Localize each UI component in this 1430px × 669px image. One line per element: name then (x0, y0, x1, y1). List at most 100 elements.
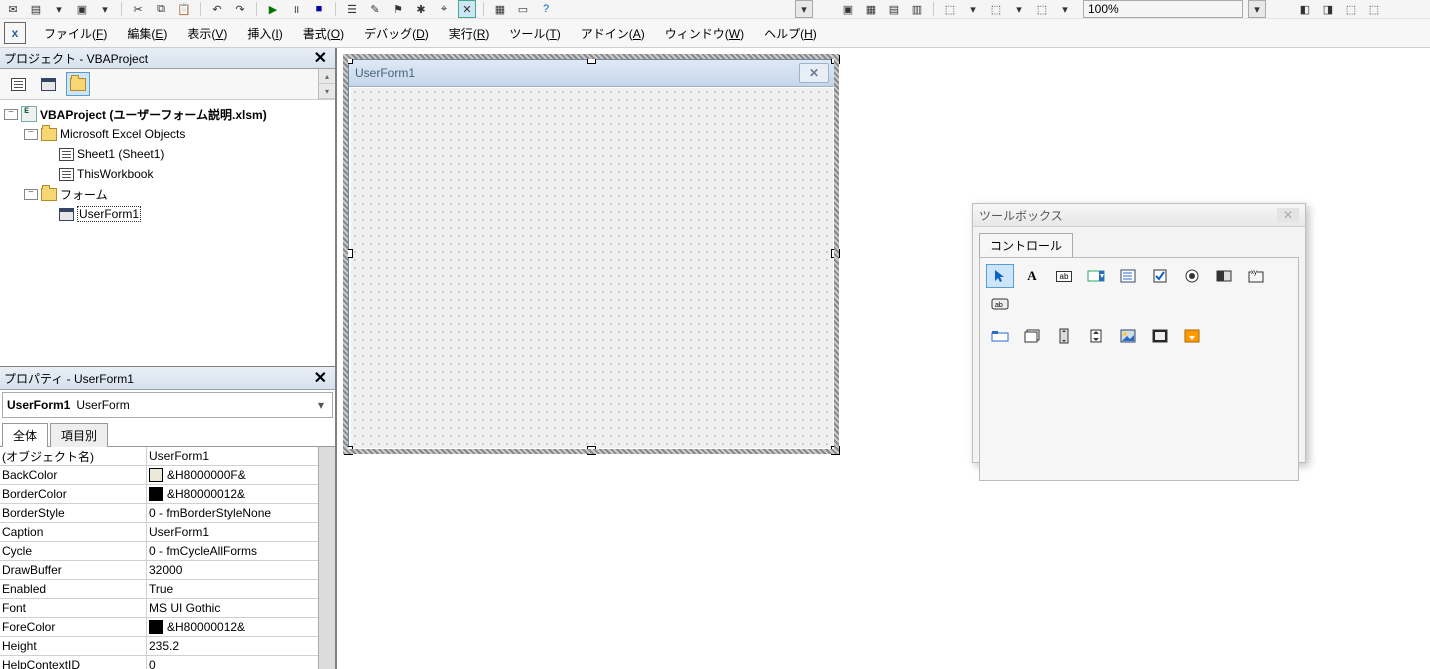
toolbar-icon[interactable]: ▭ (514, 0, 532, 18)
toolbar-icon[interactable]: ◨ (1319, 0, 1337, 18)
tool-combobox[interactable] (1082, 264, 1110, 288)
resize-handle[interactable] (831, 249, 840, 258)
menu-i[interactable]: 挿入(I) (237, 21, 292, 46)
prop-value[interactable]: 32000 (147, 561, 336, 580)
align-icon[interactable]: ⬚ (941, 0, 959, 18)
form-designer[interactable]: UserForm1 ✕ ツールボックス ✕ コントロール (336, 48, 1430, 669)
toolbar-icon[interactable]: ✉ (4, 0, 22, 18)
resize-handle[interactable] (587, 55, 596, 64)
toolbar-dropdown-icon[interactable]: ▾ (96, 0, 114, 18)
resize-handle[interactable] (831, 55, 840, 64)
toolbar-dropdown-icon[interactable]: ▾ (1248, 0, 1266, 18)
toolbar-dropdown-icon[interactable]: ▾ (1010, 0, 1028, 18)
resize-handle[interactable] (344, 249, 353, 258)
prop-value[interactable]: &H80000012& (147, 485, 336, 504)
object-selector[interactable]: UserForm1 UserForm ▾ (2, 392, 333, 418)
prop-row[interactable]: DrawBuffer32000 (0, 561, 335, 580)
menu-a[interactable]: アドイン(A) (571, 21, 655, 46)
close-icon[interactable]: ✕ (310, 368, 331, 388)
toggle-folders-button[interactable] (66, 72, 90, 96)
tool-label[interactable]: A (1018, 264, 1046, 288)
prop-row[interactable]: Height235.2 (0, 637, 335, 656)
prop-value[interactable]: 235.2 (147, 637, 336, 656)
prop-value[interactable]: &H8000000F& (147, 466, 336, 485)
align-icon[interactable]: ⬚ (987, 0, 1005, 18)
tool-multipage[interactable] (1018, 324, 1046, 348)
align-icon[interactable]: ▥ (908, 0, 926, 18)
collapse-icon[interactable]: − (24, 129, 38, 140)
project-scroll[interactable]: ▴▾ (318, 69, 335, 99)
prop-value[interactable]: UserForm1 (147, 523, 336, 542)
toolbar-icon[interactable]: ⬚ (1342, 0, 1360, 18)
prop-row[interactable]: EnabledTrue (0, 580, 335, 599)
tool-tabstrip[interactable] (986, 324, 1014, 348)
menu-h[interactable]: ヘルプ(H) (754, 21, 827, 46)
prop-row[interactable]: ForeColor&H80000012& (0, 618, 335, 637)
toolbar-icon[interactable]: ▣ (73, 0, 91, 18)
align-icon[interactable]: ▤ (885, 0, 903, 18)
run-icon[interactable]: ▶ (264, 0, 282, 18)
tool-scrollbar[interactable] (1050, 324, 1078, 348)
tool-textbox[interactable]: ab (1050, 264, 1078, 288)
tree-root[interactable]: − VBAProject (ユーザーフォーム説明.xlsm) (2, 104, 333, 124)
align-icon[interactable]: ⬚ (1033, 0, 1051, 18)
tool-frame[interactable]: xy (1242, 264, 1270, 288)
prop-value[interactable]: MS UI Gothic (147, 599, 336, 618)
project-tree[interactable]: − VBAProject (ユーザーフォーム説明.xlsm) − Microso… (0, 100, 335, 366)
toolbar-icon[interactable]: ✱ (412, 0, 430, 18)
prop-row[interactable]: BorderColor&H80000012& (0, 485, 335, 504)
menu-f[interactable]: ファイル(F) (34, 21, 117, 46)
align-icon[interactable]: ▦ (862, 0, 880, 18)
prop-row[interactable]: FontMS UI Gothic (0, 599, 335, 618)
stop-icon[interactable]: ■ (310, 0, 328, 18)
toolbar-dropdown-icon[interactable]: ▾ (50, 0, 68, 18)
toolbox-titlebar[interactable]: ツールボックス ✕ (973, 204, 1305, 227)
toolbar-icon[interactable]: ⧉ (152, 0, 170, 18)
tool-spinbutton[interactable] (1082, 324, 1110, 348)
toolbar-icon[interactable]: ↶ (208, 0, 226, 18)
help-icon[interactable]: ? (537, 0, 555, 18)
toolbar-dropdown-icon[interactable]: ▾ (964, 0, 982, 18)
tool-pointer[interactable] (986, 264, 1014, 288)
toolbox-window[interactable]: ツールボックス ✕ コントロール Aabxyab (972, 203, 1306, 463)
prop-row[interactable]: BackColor&H8000000F& (0, 466, 335, 485)
tree-folder-excel-objects[interactable]: − Microsoft Excel Objects (2, 124, 333, 144)
tool-webbrowser[interactable] (1178, 324, 1206, 348)
menu-o[interactable]: 書式(O) (293, 21, 354, 46)
toolbar-icon[interactable]: ▦ (491, 0, 509, 18)
view-object-button[interactable] (36, 72, 60, 96)
close-icon[interactable]: ✕ (1277, 208, 1299, 222)
menu-e[interactable]: 編集(E) (117, 21, 177, 46)
menu-d[interactable]: デバッグ(D) (354, 21, 439, 46)
tool-image[interactable] (1114, 324, 1142, 348)
toolbar-icon[interactable]: ↷ (231, 0, 249, 18)
prop-value[interactable]: 0 (147, 656, 336, 669)
toolbar-icon[interactable]: ✂ (129, 0, 147, 18)
properties-scrollbar[interactable] (318, 447, 335, 669)
close-icon[interactable]: ✕ (799, 63, 829, 83)
prop-value[interactable]: True (147, 580, 336, 599)
toolbar-icon[interactable]: ▤ (27, 0, 45, 18)
break-icon[interactable]: ॥ (287, 0, 305, 18)
zoom-combo[interactable]: 100% (1083, 0, 1243, 18)
menu-t[interactable]: ツール(T) (499, 21, 570, 46)
prop-value[interactable]: UserForm1 (147, 447, 336, 466)
prop-row[interactable]: BorderStyle0 - fmBorderStyleNone (0, 504, 335, 523)
prop-row[interactable]: HelpContextID0 (0, 656, 335, 669)
toolbox-toggle-icon[interactable]: ✕ (458, 0, 476, 18)
menu-v[interactable]: 表示(V) (177, 21, 237, 46)
tree-item-thisworkbook[interactable]: ThisWorkbook (2, 164, 333, 184)
prop-row[interactable]: Cycle0 - fmCycleAllForms (0, 542, 335, 561)
userform-window[interactable]: UserForm1 ✕ (348, 59, 836, 451)
toolbox-tab-controls[interactable]: コントロール (979, 233, 1073, 257)
view-code-button[interactable] (6, 72, 30, 96)
collapse-icon[interactable]: − (24, 189, 38, 200)
toolbar-dropdown-icon[interactable]: ▾ (1056, 0, 1074, 18)
align-icon[interactable]: ▣ (839, 0, 857, 18)
chevron-down-icon[interactable]: ▾ (312, 395, 330, 415)
tab-categorized[interactable]: 項目別 (50, 423, 108, 447)
tool-checkbox[interactable] (1146, 264, 1174, 288)
toolbar-icon[interactable]: ✎ (366, 0, 384, 18)
toolbar-icon[interactable]: ☰ (343, 0, 361, 18)
close-icon[interactable]: ✕ (310, 48, 331, 68)
